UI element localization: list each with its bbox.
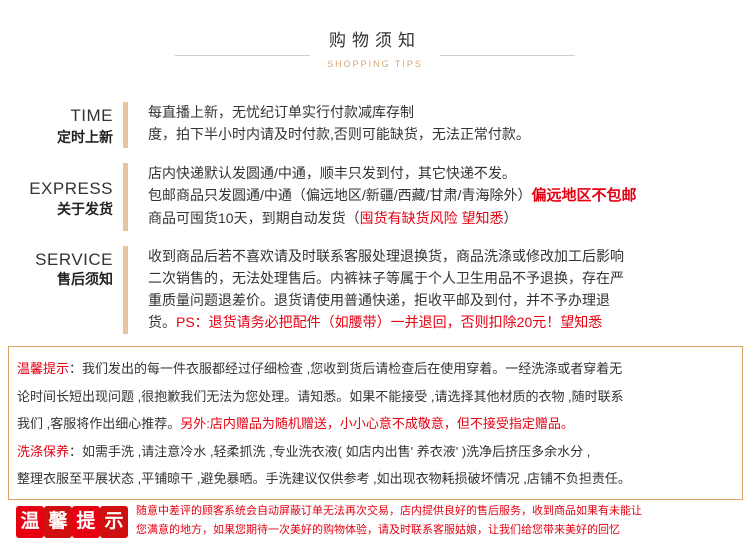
- tip-line-3: 我们 ,客服将作出细心推荐。另外:店内赠品为随机赠送，小小心意不成敬意，但不接受…: [17, 410, 739, 438]
- badge-char-2: 馨: [44, 506, 72, 538]
- stock-risk-notice: 囤货有缺货风险 望知悉: [359, 210, 504, 226]
- header: 购物须知 SHOPPING TIPS: [0, 0, 750, 78]
- title-divider-left: [175, 55, 310, 56]
- time-line-1: 每直播上新，无忧纪订单实行付款减库存制: [148, 104, 414, 120]
- notice-text: 温馨提示：我们发出的每一件衣服都经过仔细检查 ,您收到货后请检查后在使用穿着。一…: [17, 355, 739, 493]
- notice-box: 温馨提示：我们发出的每一件衣服都经过仔细检查 ,您收到货后请检查后在使用穿着。一…: [8, 346, 743, 500]
- tip-text-3: 我们 ,客服将作出细心推荐。: [17, 416, 181, 431]
- service-line-3: 重质量问题退差价。退货请使用普通快递，拒收平邮及到付，并不予办理退: [148, 292, 610, 308]
- time-line-2: 度，拍下半小时内请及时付款,否则可能缺货，无法正常付款。: [148, 126, 530, 142]
- wash-line-2: 整理衣服至平展状态 ,平铺晾干 ,避免暴晒。手洗建议仅供参考 ,如出现衣物耗损破…: [17, 471, 631, 486]
- page-title: 购物须知: [329, 31, 421, 50]
- service-line-4: 货。PS：退货请务必把配件（如腰带）一并退回，否则扣除20元！望知悉: [148, 311, 738, 333]
- tip-line-2: 论时间长短出现问题 ,很抱歉我们无法为您处理。请知悉。如果不能接受 ,请选择其他…: [17, 388, 624, 404]
- section-time-text: 每直播上新，无忧纪订单实行付款减库存制 度，拍下半小时内请及时付款,否则可能缺货…: [148, 101, 738, 145]
- bottom-line-2: 您满意的地方，如果您期待一次美好的购物体验，请及时联系客服姑娘，让我们给您带来美…: [136, 524, 620, 536]
- section-time-cn: 定时上新: [57, 129, 113, 145]
- bottom-line-1: 随意中差评的顾客系统会自动屏蔽订单无法再次交易，店内提供良好的售后服务，收到商品…: [136, 505, 642, 517]
- bottom-notice: 温 馨 提 示 随意中差评的顾客系统会自动屏蔽订单无法再次交易，店内提供良好的售…: [8, 500, 743, 548]
- section-time-bar: [123, 102, 128, 148]
- express-line-2: 包邮商品只发圆通/中通（偏远地区/新疆/西藏/甘肃/青海除外）偏远地区不包邮: [148, 184, 738, 207]
- title-divider-right: [440, 55, 575, 56]
- section-service-en: SERVICE: [35, 250, 113, 269]
- bottom-text: 随意中差评的顾客系统会自动屏蔽订单无法再次交易，店内提供良好的售后服务，收到商品…: [136, 502, 736, 540]
- section-express-en: EXPRESS: [29, 179, 113, 198]
- express-line-2-text: 包邮商品只发圆通/中通（偏远地区/新疆/西藏/甘肃/青海除外）: [148, 187, 532, 203]
- section-time-en: TIME: [70, 106, 113, 125]
- express-line-3: 商品可囤货10天，到期自动发货（囤货有缺货风险 望知悉）: [148, 207, 738, 229]
- page-subtitle: SHOPPING TIPS: [327, 59, 423, 69]
- section-express: EXPRESS 关于发货 店内快递默认发圆通/中通，顺丰只发到付，其它快递不发。…: [0, 161, 750, 231]
- express-line-3-text: 商品可囤货10天，到期自动发货（: [148, 210, 360, 226]
- tip-line-1: 温馨提示：我们发出的每一件衣服都经过仔细检查 ,您收到货后请检查后在使用穿着。一…: [17, 355, 739, 383]
- service-line-2: 二次销售的，无法处理售后。内裤袜子等属于个人卫生用品不予退换，存在严: [148, 270, 624, 286]
- service-line-1: 收到商品后若不喜欢请及时联系客服处理退换货，商品洗涤或修改加工后影响: [148, 248, 624, 264]
- badge-char-1: 温: [16, 506, 44, 538]
- section-service-text: 收到商品后若不喜欢请及时联系客服处理退换货，商品洗涤或修改加工后影响 二次销售的…: [148, 245, 738, 333]
- service-line-4-text: 货。: [148, 314, 176, 330]
- section-express-text: 店内快递默认发圆通/中通，顺丰只发到付，其它快递不发。 包邮商品只发圆通/中通（…: [148, 162, 738, 229]
- section-time: TIME 定时上新 每直播上新，无忧纪订单实行付款减库存制 度，拍下半小时内请及…: [0, 100, 750, 150]
- wash-line-1: 洗涤保养：如需手洗 ,请注意冷水 ,轻柔抓洗 ,专业洗衣液( 如店内出售' 养衣…: [17, 438, 739, 466]
- section-service: SERVICE 售后须知 收到商品后若不喜欢请及时联系客服处理退换货，商品洗涤或…: [0, 244, 750, 336]
- tip-badge: 温 馨 提 示: [16, 506, 128, 540]
- remote-area-notice: 偏远地区不包邮: [531, 187, 637, 204]
- badge-char-4: 示: [100, 506, 128, 538]
- tip-label: 温馨提示: [17, 361, 70, 376]
- express-line-1: 店内快递默认发圆通/中通，顺丰只发到付，其它快递不发。: [148, 165, 516, 181]
- wash-text-1: ：如需手洗 ,请注意冷水 ,轻柔抓洗 ,专业洗衣液( 如店内出售' 养衣液' )…: [69, 443, 591, 459]
- section-express-cn: 关于发货: [57, 201, 113, 217]
- tip-text-1: ：我们发出的每一件衣服都经过仔细检查 ,您收到货后请检查后在使用穿着。一经洗涤或…: [69, 361, 623, 376]
- express-line-3-close: ）: [503, 210, 518, 226]
- return-ps-notice: PS：退货请务必把配件（如腰带）一并退回，否则扣除20元！望知悉: [176, 314, 603, 330]
- section-service-bar: [123, 246, 128, 334]
- section-service-cn: 售后须知: [57, 271, 113, 287]
- section-express-bar: [123, 163, 128, 231]
- gift-notice: 另外:店内赠品为随机赠送，小小心意不成敬意，但不接受指定赠品。: [180, 416, 574, 431]
- badge-char-3: 提: [72, 506, 100, 538]
- wash-label: 洗涤保养: [17, 443, 70, 459]
